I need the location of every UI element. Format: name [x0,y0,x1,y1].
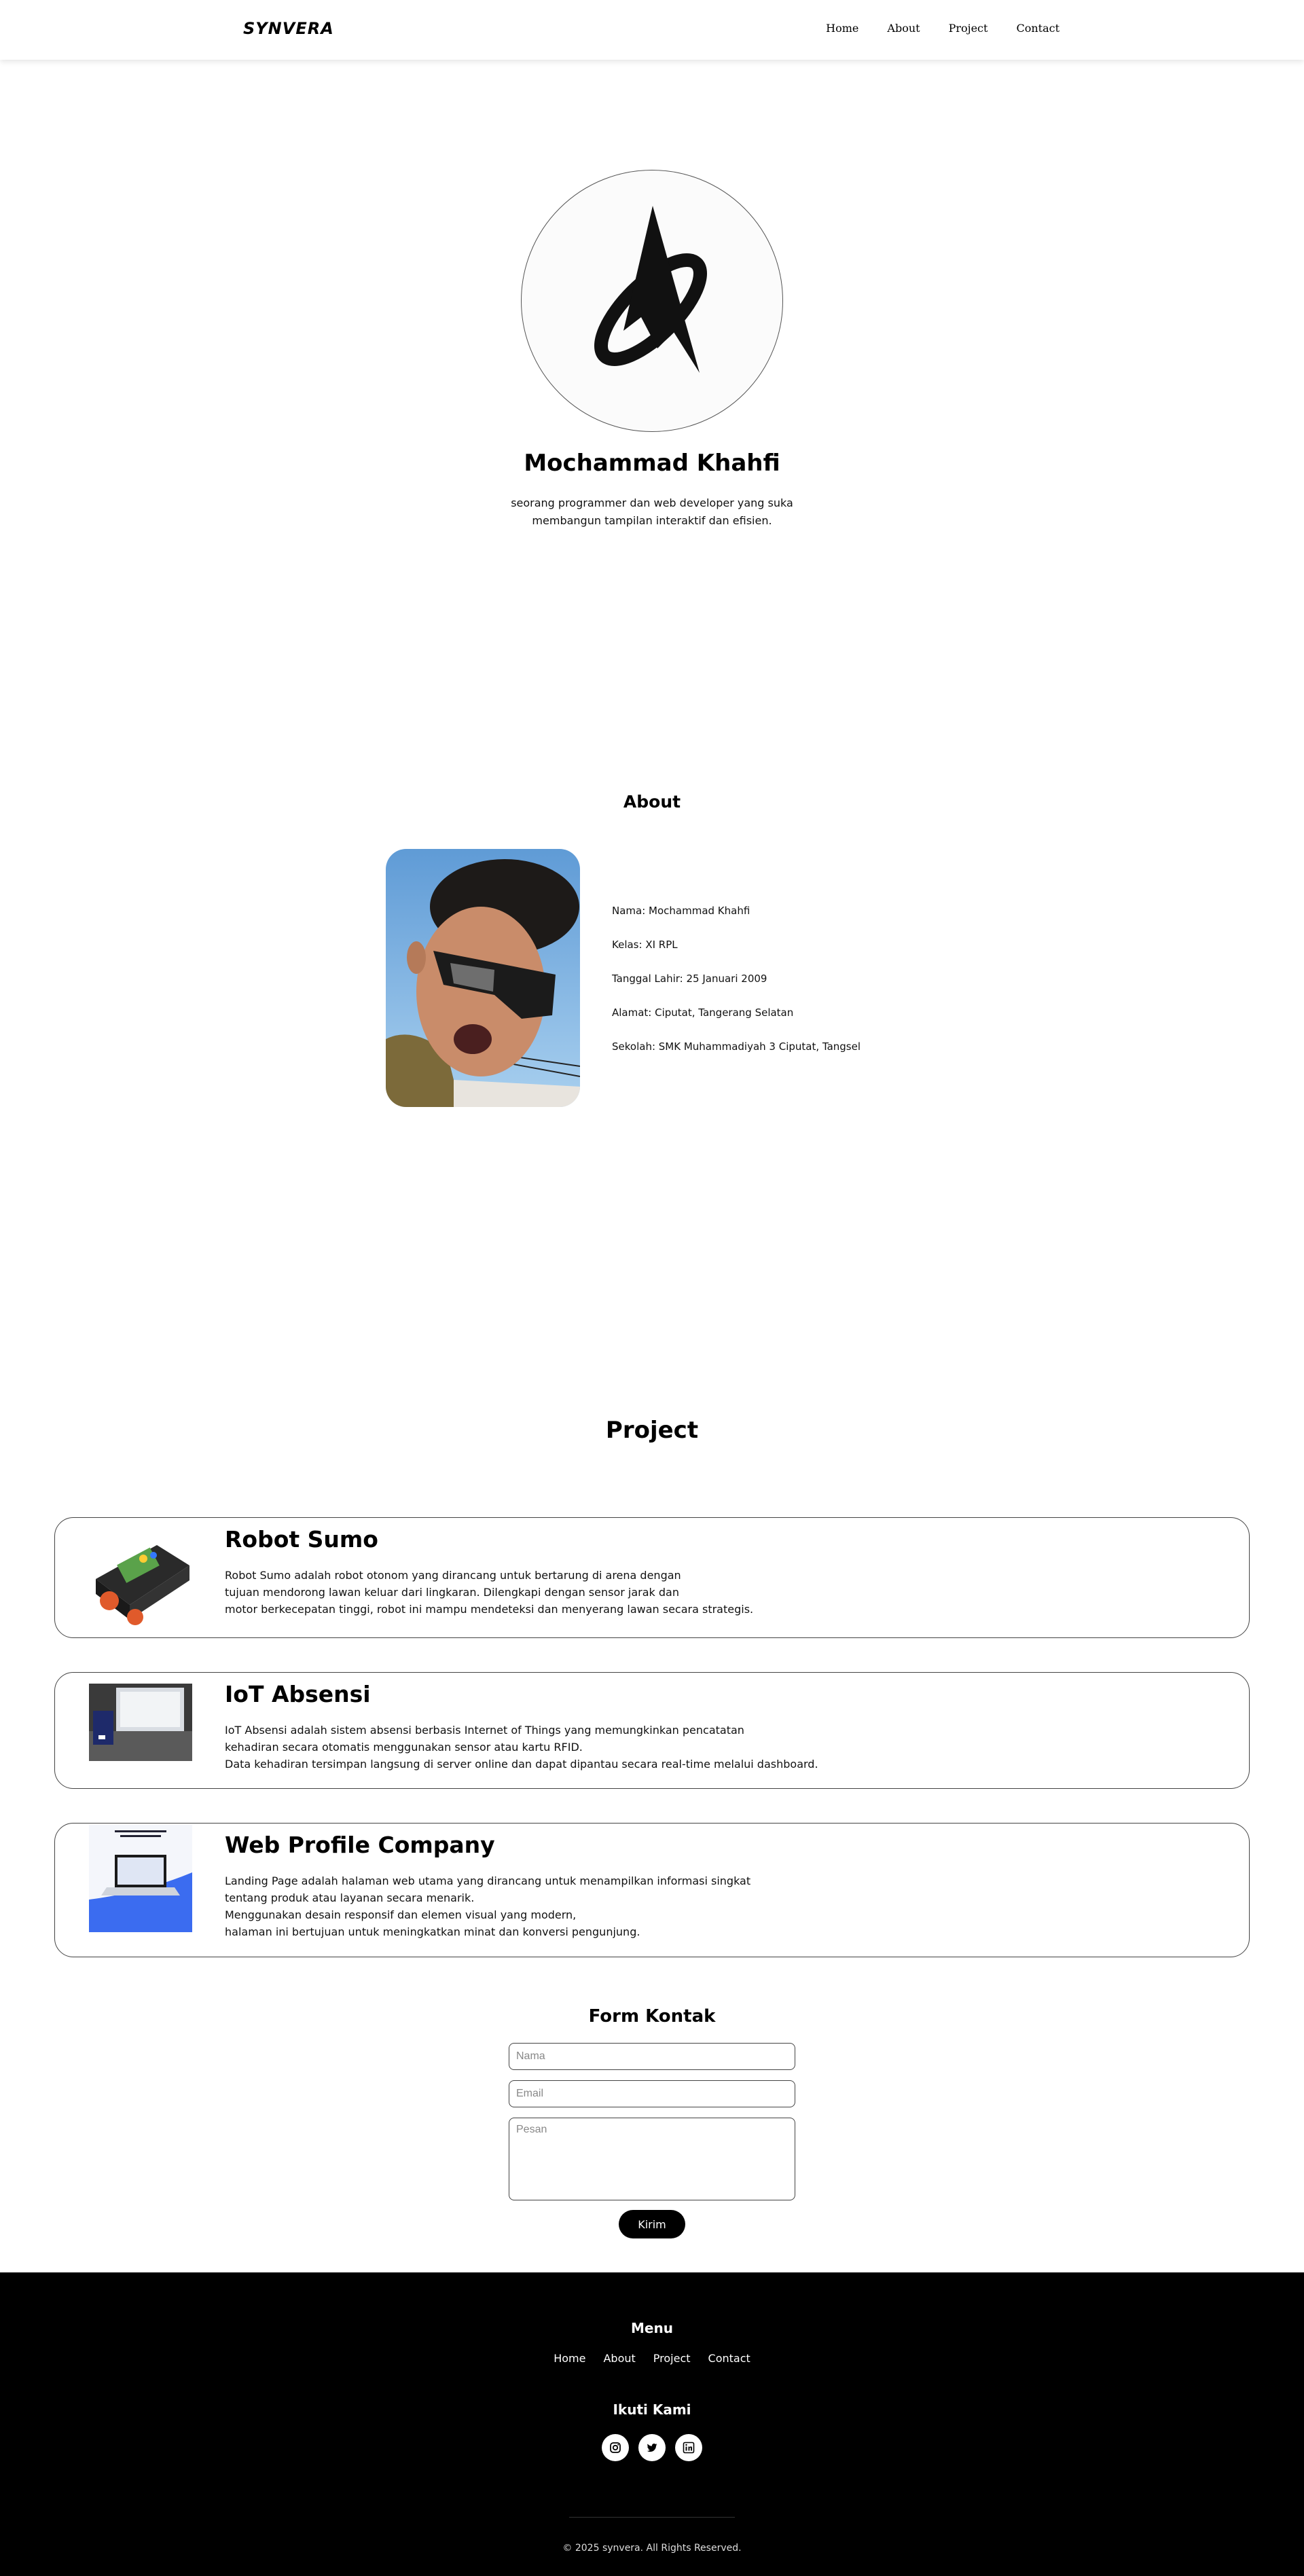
project-title-iot-absensi: IoT Absensi [225,1681,371,1707]
hero-description: seorang programmer dan web developer yan… [511,496,793,527]
footer-link-home[interactable]: Home [554,2352,585,2365]
linkedin-icon[interactable] [675,2434,702,2461]
project-desc-robot-sumo: Robot Sumo adalah robot otonom yang dira… [225,1567,972,1618]
nav-about[interactable]: About [887,22,920,35]
info-name: Nama: Mochammad Khahfi [612,905,750,917]
nav-home[interactable]: Home [826,22,858,35]
project-card-robot-sumo[interactable]: Robot Sumo Robot Sumo adalah robot otono… [54,1517,1250,1638]
instagram-icon[interactable] [602,2434,629,2461]
compass-orbit-logo-icon [521,170,783,432]
nav-project[interactable]: Project [949,22,988,35]
brand-logo[interactable]: SYNVERA [243,19,334,38]
twitter-icon[interactable] [638,2434,666,2461]
project-desc-web-profile: Landing Page adalah halaman web utama ya… [225,1872,972,1940]
navbar: SYNVERA Home About Project Contact [0,0,1304,60]
project-title-robot-sumo: Robot Sumo [225,1526,378,1553]
iot-absensi-image [89,1684,192,1761]
desc-line: motor berkecepatan tinggi, robot ini mam… [225,1603,754,1616]
about-title: About [623,792,681,812]
form-title: Form Kontak [588,2006,716,2027]
info-birthdate: Tanggal Lahir: 25 Januari 2009 [612,973,767,985]
footer-menu-title: Menu [631,2320,673,2336]
nav-contact[interactable]: Contact [1016,22,1060,35]
robot-sumo-image [89,1518,192,1627]
name-input[interactable] [509,2043,795,2070]
social-links [0,2434,1304,2461]
desc-line: Menggunakan desain responsif dan elemen … [225,1908,577,1921]
info-school: Sekolah: SMK Muhammadiyah 3 Ciputat, Tan… [612,1040,861,1053]
project-title-web-profile: Web Profile Company [225,1832,495,1858]
submit-button[interactable]: Kirim [619,2210,685,2238]
footer: Menu Home About Project Contact Ikuti Ka… [0,2272,1304,2576]
desc-line: Landing Page adalah halaman web utama ya… [225,1874,751,1887]
hero-name: Mochammad Khahfi [524,450,780,477]
project-title: Project [605,1417,699,1444]
profile-photo [386,849,580,1107]
about-info-list: Nama: Mochammad Khahfi Kelas: XI RPL Tan… [612,905,861,1074]
nav-menu: Home About Project Contact [826,22,1060,35]
footer-follow-title: Ikuti Kami [613,2401,691,2418]
desc-line: kehadiran secara otomatis menggunakan se… [225,1741,583,1754]
project-card-web-profile[interactable]: Web Profile Company Landing Page adalah … [54,1823,1250,1957]
desc-line: halaman ini bertujuan untuk meningkatkan… [225,1925,640,1938]
desc-line: Robot Sumo adalah robot otonom yang dira… [225,1569,681,1582]
footer-menu: Home About Project Contact [0,2352,1304,2365]
desc-line: tujuan mendorong lawan keluar dari lingk… [225,1586,679,1599]
message-textarea[interactable] [509,2118,795,2200]
info-class: Kelas: XI RPL [612,939,678,951]
info-address: Alamat: Ciputat, Tangerang Selatan [612,1006,794,1019]
email-input[interactable] [509,2080,795,2107]
desc-line: tentang produk atau layanan secara menar… [225,1891,475,1904]
footer-link-project[interactable]: Project [653,2352,691,2365]
project-card-iot-absensi[interactable]: IoT Absensi IoT Absensi adalah sistem ab… [54,1672,1250,1789]
web-profile-image [89,1825,192,1932]
copyright-text: © 2025 synvera. All Rights Reserved. [562,2543,742,2554]
desc-line: IoT Absensi adalah sistem absensi berbas… [225,1724,744,1737]
footer-link-contact[interactable]: Contact [708,2352,750,2365]
footer-divider [569,2517,735,2518]
footer-link-about[interactable]: About [603,2352,635,2365]
desc-line: Data kehadiran tersimpan langsung di ser… [225,1758,818,1771]
project-desc-iot-absensi: IoT Absensi adalah sistem absensi berbas… [225,1722,972,1773]
